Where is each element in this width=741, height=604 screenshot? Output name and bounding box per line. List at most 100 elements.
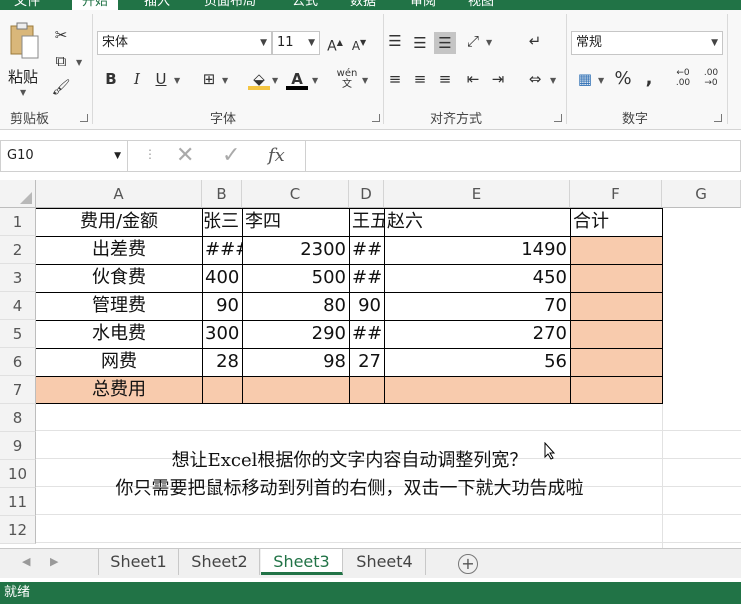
phonetic-guide-button[interactable]: wén文 (334, 68, 360, 90)
cell-d5[interactable]: ## (349, 320, 384, 348)
font-size-select[interactable]: 11 ▼ (272, 31, 320, 55)
cell-f1[interactable]: 合计 (570, 208, 662, 236)
row-header[interactable]: 7 (0, 376, 36, 404)
row-header[interactable]: 12 (0, 516, 36, 544)
prev-sheet-icon[interactable]: ◀ (22, 555, 30, 568)
cell-a5[interactable]: 水电费 (36, 320, 202, 348)
sheet-tab-3[interactable]: Sheet3 (261, 549, 343, 575)
insert-function-button[interactable]: fx (268, 145, 285, 166)
column-header-a[interactable]: A (36, 180, 202, 208)
cell-a2[interactable]: 出差费 (36, 236, 202, 264)
cell-e6[interactable]: 56 (384, 348, 570, 376)
cell-b6[interactable]: 28 (202, 348, 242, 376)
row-header[interactable]: 10 (0, 460, 36, 488)
copy-icon[interactable]: ⧉ (50, 50, 72, 72)
row-header[interactable]: 2 (0, 236, 36, 264)
cell-c1[interactable]: 李四 (242, 208, 349, 236)
cell-c2[interactable]: 2300 (242, 236, 349, 264)
cell-b3[interactable]: 400 (202, 264, 242, 292)
cell-c5[interactable]: 290 (242, 320, 349, 348)
column-header-c[interactable]: C (242, 180, 349, 208)
cell-e4[interactable]: 70 (384, 292, 570, 320)
percent-button[interactable]: % (612, 68, 634, 90)
row-header[interactable]: 11 (0, 488, 36, 516)
cell-c4[interactable]: 80 (242, 292, 349, 320)
cell-b4[interactable]: 90 (202, 292, 242, 320)
decrease-decimal-icon[interactable]: .00 →0 (700, 68, 722, 90)
fill-color-dropdown-icon[interactable]: ▼ (272, 76, 278, 85)
tab-file[interactable]: 文件 (14, 0, 40, 10)
borders-icon[interactable]: ⊞ (198, 68, 220, 90)
cell-b5[interactable]: 300 (202, 320, 242, 348)
cell-c6[interactable]: 98 (242, 348, 349, 376)
fill-color-icon[interactable]: ⬙ (248, 68, 270, 90)
tab-view[interactable]: 视图 (468, 0, 494, 10)
cell-e5[interactable]: 270 (384, 320, 570, 348)
cell-b2[interactable]: ### (202, 236, 242, 264)
cell-c3[interactable]: 500 (242, 264, 349, 292)
row-header[interactable]: 5 (0, 320, 36, 348)
phonetic-dropdown-icon[interactable]: ▼ (362, 76, 368, 85)
sheet-tab-1[interactable]: Sheet1 (99, 549, 179, 575)
column-header-f[interactable]: F (570, 180, 662, 208)
align-bottom-icon[interactable]: ☰ (434, 32, 456, 54)
cell-a4[interactable]: 管理费 (36, 292, 202, 320)
cell-d1[interactable]: 王五 (349, 208, 384, 236)
column-header-d[interactable]: D (349, 180, 384, 208)
increase-indent-icon[interactable]: ⇥ (487, 68, 509, 90)
copy-dropdown-icon[interactable]: ▼ (76, 58, 82, 67)
tab-home[interactable]: 开始 (72, 0, 119, 10)
number-launcher-icon[interactable] (714, 114, 722, 122)
cell-b1[interactable]: 张三 (202, 208, 242, 236)
cell-e3[interactable]: 450 (384, 264, 570, 292)
font-color-dropdown-icon[interactable]: ▼ (312, 76, 318, 85)
orientation-dropdown-icon[interactable]: ▼ (486, 38, 492, 47)
borders-dropdown-icon[interactable]: ▼ (222, 76, 228, 85)
worksheet-grid[interactable]: A B C D E F G 1 2 3 4 5 6 7 8 9 10 11 12… (0, 180, 741, 548)
cell-a7[interactable]: 总费用 (36, 376, 202, 404)
underline-button[interactable]: U (150, 68, 172, 90)
cut-icon[interactable]: ✂ (50, 24, 72, 46)
underline-dropdown-icon[interactable]: ▼ (174, 76, 180, 85)
sheet-tab-2[interactable]: Sheet2 (180, 549, 260, 575)
increase-font-size-icon[interactable]: A▲ (324, 32, 346, 55)
tab-review[interactable]: 审阅 (410, 0, 436, 10)
name-box[interactable]: G10 ▼ (0, 140, 128, 172)
merge-dropdown-icon[interactable]: ▼ (550, 76, 556, 85)
cell-a3[interactable]: 伙食费 (36, 264, 202, 292)
row-header[interactable]: 8 (0, 404, 36, 432)
column-header-e[interactable]: E (384, 180, 570, 208)
increase-decimal-icon[interactable]: ←0.00 (672, 68, 694, 90)
row-header[interactable]: 3 (0, 264, 36, 292)
align-top-icon[interactable]: ☰ (384, 30, 406, 52)
alignment-launcher-icon[interactable] (554, 114, 562, 122)
row-header[interactable]: 4 (0, 292, 36, 320)
cell-d3[interactable]: ## (349, 264, 384, 292)
font-color-button[interactable]: A (286, 68, 308, 90)
column-header-b[interactable]: B (202, 180, 242, 208)
tab-data[interactable]: 数据 (350, 0, 376, 10)
align-right-icon[interactable]: ≡ (434, 68, 456, 90)
enter-icon[interactable]: ✓ (222, 143, 240, 168)
bold-button[interactable]: B (100, 68, 122, 90)
currency-format-icon[interactable]: ▦ (574, 68, 596, 90)
formula-input[interactable] (305, 140, 741, 172)
row-header[interactable]: 6 (0, 348, 36, 376)
cell-e1[interactable]: 赵六 (384, 208, 570, 236)
tab-insert[interactable]: 插入 (144, 0, 170, 10)
merge-center-icon[interactable]: ⇔ (524, 68, 546, 90)
cell-d2[interactable]: ## (349, 236, 384, 264)
tab-page-layout[interactable]: 页面布局 (204, 0, 256, 10)
next-sheet-icon[interactable]: ▶ (50, 555, 58, 568)
format-painter-icon[interactable]: 🖌 (50, 76, 72, 98)
cell-d6[interactable]: 27 (349, 348, 384, 376)
clipboard-launcher-icon[interactable] (80, 114, 88, 122)
orientation-icon[interactable]: ⤢ (462, 30, 484, 52)
italic-button[interactable]: I (126, 68, 148, 90)
cell-a6[interactable]: 网费 (36, 348, 202, 376)
select-all-button[interactable] (0, 180, 36, 208)
decrease-indent-icon[interactable]: ⇤ (462, 68, 484, 90)
row-header[interactable]: 1 (0, 208, 36, 236)
tab-formulas[interactable]: 公式 (292, 0, 318, 10)
font-name-select[interactable]: 宋体 ▼ (97, 31, 272, 55)
